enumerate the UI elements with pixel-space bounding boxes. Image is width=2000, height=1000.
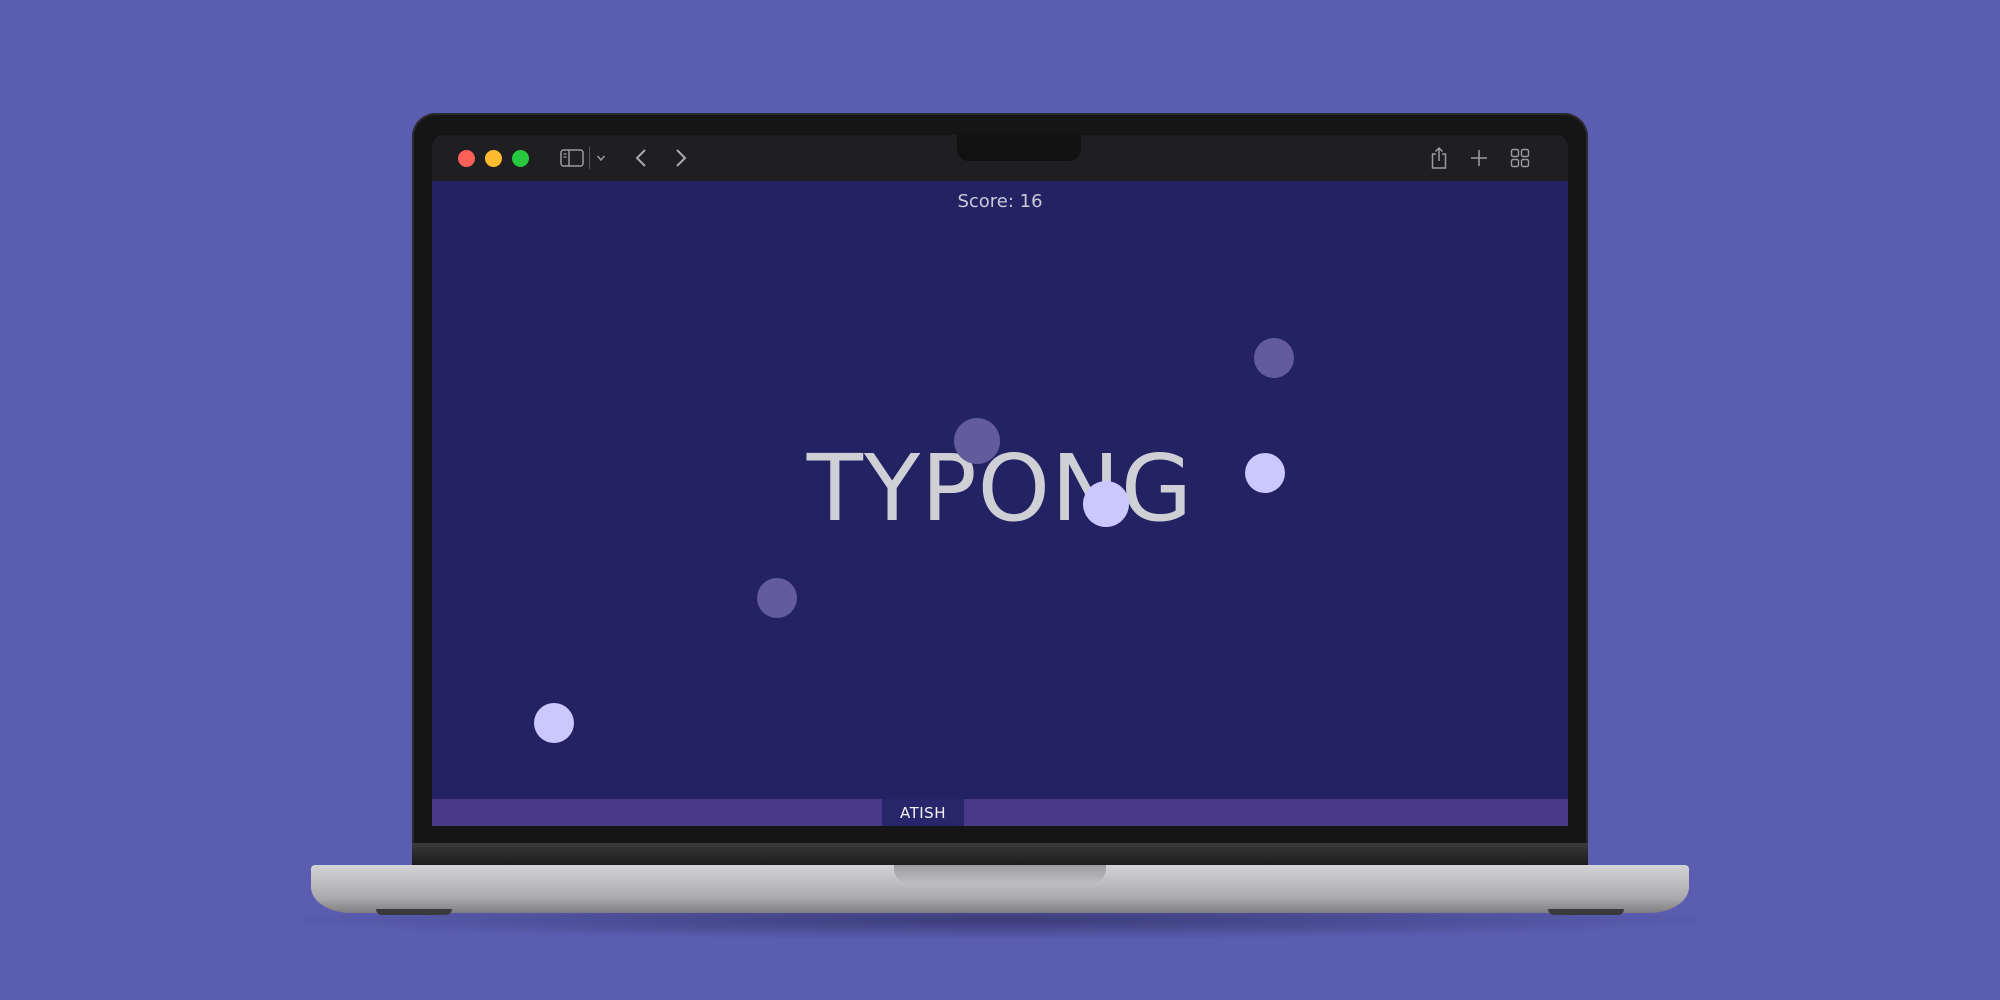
laptop-hinge — [412, 843, 1588, 865]
sidebar-icon[interactable] — [559, 146, 585, 170]
game-canvas[interactable]: Score: 16 TYPONG ATISH — [432, 181, 1568, 826]
share-icon[interactable] — [1428, 146, 1450, 170]
laptop-lid: Score: 16 TYPONG ATISH — [412, 113, 1588, 865]
toolbar-divider — [588, 146, 590, 170]
ball — [954, 418, 1000, 464]
ball — [1254, 338, 1294, 378]
minimize-window-button[interactable] — [485, 150, 502, 167]
desktop-background: Score: 16 TYPONG ATISH — [0, 0, 2000, 1000]
paddle-track: ATISH — [432, 799, 1568, 826]
new-tab-icon[interactable] — [1468, 146, 1490, 170]
ball — [1083, 481, 1129, 527]
ball — [534, 703, 574, 743]
laptop-foot — [1548, 909, 1624, 915]
camera-notch — [957, 135, 1081, 161]
game-title: TYPONG — [806, 435, 1194, 542]
back-icon[interactable] — [632, 146, 650, 170]
tab-overview-icon[interactable] — [1509, 146, 1531, 170]
laptop-foot — [376, 909, 452, 915]
paddle[interactable]: ATISH — [882, 799, 964, 826]
laptop-opening-notch — [894, 865, 1106, 883]
ball — [1245, 453, 1285, 493]
chevron-down-icon[interactable] — [594, 146, 608, 170]
ball — [757, 578, 797, 618]
maximize-window-button[interactable] — [512, 150, 529, 167]
close-window-button[interactable] — [458, 150, 475, 167]
score-label: Score: 16 — [957, 191, 1043, 212]
forward-icon[interactable] — [672, 146, 690, 170]
laptop-base — [311, 865, 1689, 913]
browser-window: Score: 16 TYPONG ATISH — [432, 135, 1568, 826]
